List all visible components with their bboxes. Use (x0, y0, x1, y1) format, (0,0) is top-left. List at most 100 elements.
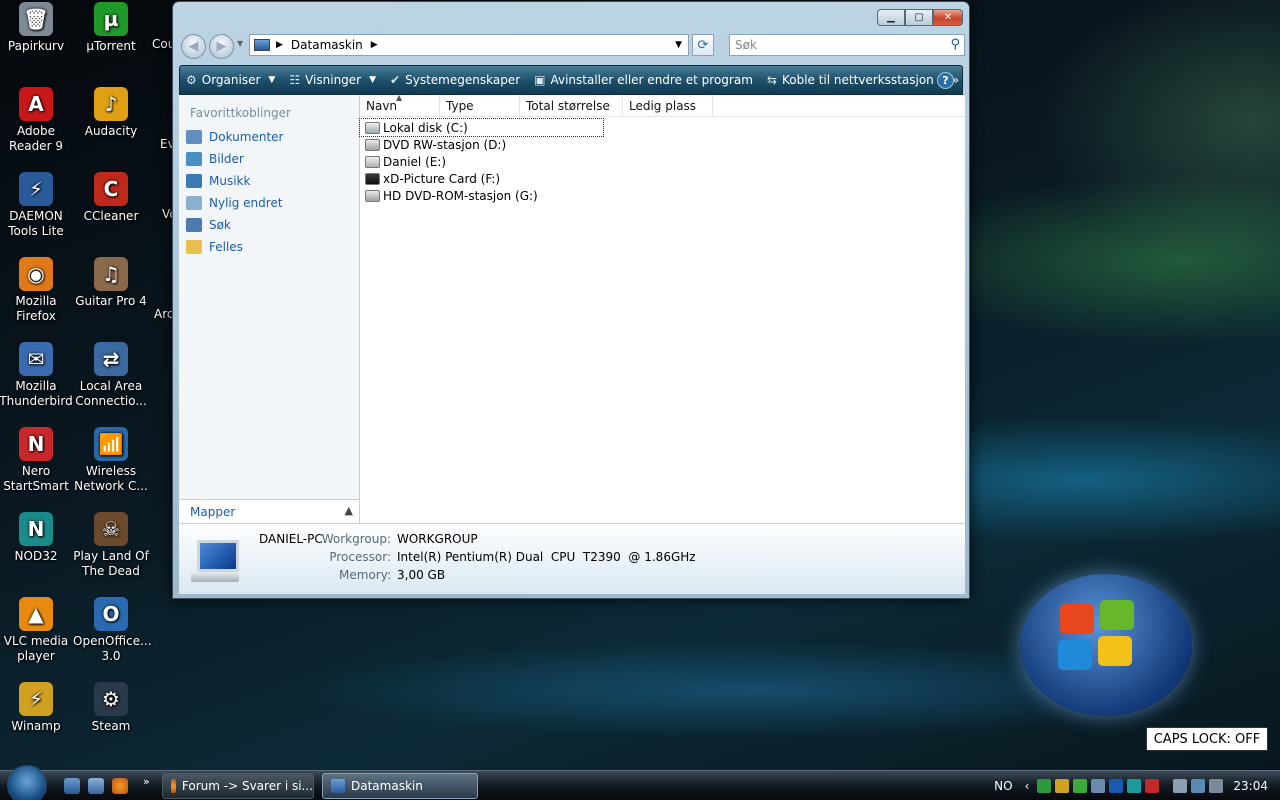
desktop-icon[interactable]: ♪ Audacity (73, 87, 149, 139)
language-indicator[interactable]: NO (994, 779, 1012, 793)
breadcrumb-arrow-icon[interactable]: ▶ (371, 40, 378, 50)
ccleaner-tray-icon[interactable] (1145, 779, 1160, 793)
column-header-total-size[interactable]: Total størrelse (520, 95, 623, 116)
forward-button[interactable]: ▶ (209, 34, 234, 59)
nav-link-public-folder[interactable]: Felles (179, 236, 359, 258)
ccleaner-icon: C (94, 172, 128, 206)
desktop-icon-label: Papirkurv (7, 39, 65, 53)
taskbar-button[interactable]: Datamaskin (322, 773, 478, 799)
chevron-up-icon: ▲ (344, 504, 353, 517)
computer-icon (254, 39, 270, 51)
nav-link-label: Nylig endret (209, 196, 283, 210)
desktop-icon[interactable]: ✉ Mozilla Thunderbird (0, 342, 74, 409)
nav-link-recently-changed[interactable]: Nylig endret (179, 192, 359, 214)
winamp-tray-icon[interactable] (1055, 779, 1070, 793)
show-desktop-icon[interactable] (64, 778, 80, 794)
battery-tray-icon[interactable] (1173, 779, 1188, 793)
column-header-name[interactable]: Navn ▲ (360, 93, 440, 116)
breadcrumb-datamaskin[interactable]: Datamaskin (291, 38, 363, 52)
column-headers: Navn ▲ Type Total størrelse Ledig plass (360, 93, 965, 117)
refresh-button[interactable]: ⟳ (692, 34, 714, 56)
start-button[interactable] (7, 765, 47, 800)
toolbar-button-views[interactable]: ☷ Visninger ▼ (289, 73, 376, 87)
toolbar-button-organize[interactable]: ⚙ Organiser ▼ (186, 73, 275, 87)
game-icon: ☠ (94, 512, 128, 546)
taskbar-button[interactable]: Forum -> Svarer i si... (162, 773, 314, 799)
desktop-icon[interactable]: ⇄ Local Area Connectio... (73, 342, 149, 409)
breadcrumb-arrow-icon[interactable]: ▶ (276, 40, 283, 50)
memory-value: 3,00 GB (397, 568, 446, 582)
volume-tray-icon[interactable] (1209, 779, 1224, 793)
desktop-icon[interactable]: ☠ Play Land Of The Dead (73, 512, 149, 579)
close-button[interactable]: ✕ (933, 9, 963, 26)
antivirus-tray-icon[interactable] (1091, 779, 1106, 793)
switch-windows-icon[interactable] (88, 778, 104, 794)
search-icon[interactable]: ⚲ (950, 37, 960, 52)
nav-link-music[interactable]: Musikk (179, 170, 359, 192)
desktop-icon-label: Winamp (11, 719, 61, 733)
network-tray-icon[interactable] (1191, 779, 1206, 793)
toolbar-button-system-properties[interactable]: ✔ Systemegenskaper (390, 73, 520, 87)
tray-expand-icon[interactable]: ‹ (1025, 779, 1030, 793)
column-header-type[interactable]: Type (440, 95, 520, 116)
desktop-icon[interactable]: µ µTorrent (73, 2, 149, 54)
drive-item[interactable]: Lokal disk (C:) (359, 118, 604, 137)
back-button[interactable]: ◀ (181, 34, 206, 59)
maximize-button[interactable]: ▢ (905, 9, 933, 26)
toolbar-button-label: Organiser (201, 73, 261, 87)
recycle-bin-icon: 🗑 (19, 2, 53, 36)
messenger-tray-icon[interactable] (1073, 779, 1088, 793)
dvd-drive-icon (365, 138, 380, 151)
quicklaunch-more-icon[interactable]: » (143, 775, 150, 788)
wireless-network-icon: 📶 (94, 427, 128, 461)
desktop-icon[interactable]: ◉ Mozilla Firefox (0, 257, 74, 324)
search-placeholder: Søk (735, 38, 757, 52)
desktop-icon[interactable]: N NOD32 (0, 512, 74, 564)
search-input[interactable]: Søk ⚲ (729, 34, 965, 56)
desktop-icon[interactable]: C CCleaner (73, 172, 149, 224)
network-icon: ⇄ (94, 342, 128, 376)
documents-icon (186, 130, 202, 144)
desktop-icon[interactable]: ⚡ Winamp (0, 682, 74, 734)
nav-link-search-folder[interactable]: Søk (179, 214, 359, 236)
bluetooth-tray-icon[interactable] (1109, 779, 1124, 793)
minimize-button[interactable]: ▁ (877, 9, 905, 26)
folders-toggle[interactable]: Mapper ▲ (179, 499, 359, 523)
vlc-icon: ▲ (19, 597, 53, 631)
utorrent-tray-icon[interactable] (1037, 779, 1052, 793)
help-icon[interactable]: ? (937, 72, 954, 89)
nav-link-documents[interactable]: Dokumenter (179, 126, 359, 148)
desktop-icon[interactable]: ▲ VLC media player (0, 597, 74, 664)
taskbar-button-label: Datamaskin (351, 779, 423, 793)
nav-link-label: Musikk (209, 174, 251, 188)
chevron-down-icon: ▼ (369, 75, 377, 85)
music-icon (186, 174, 202, 188)
desktop-icon[interactable]: O OpenOffice... 3.0 (73, 597, 152, 664)
desktop-icon[interactable]: ♫ Guitar Pro 4 (73, 257, 149, 309)
hd-dvd-icon (365, 189, 380, 202)
address-dropdown-icon[interactable]: ▼ (675, 40, 682, 50)
nav-link-pictures[interactable]: Bilder (179, 148, 359, 170)
toolbar-button-uninstall[interactable]: ▣ Avinstaller eller endre et program (534, 73, 753, 87)
clock[interactable]: 23:04 (1233, 779, 1268, 793)
drive-item[interactable]: xD-Picture Card (F:) (360, 170, 965, 187)
forward-arrow-icon: ▶ (216, 39, 227, 54)
history-dropdown-icon[interactable]: ▼ (237, 39, 243, 48)
utorrent-icon: µ (94, 2, 128, 36)
toolbar-button-map-network-drive[interactable]: ⇆ Koble til nettverksstasjon (767, 73, 934, 87)
drive-item[interactable]: Daniel (E:) (360, 153, 965, 170)
address-field[interactable]: ▶ Datamaskin ▶ ▼ (249, 34, 689, 56)
desktop-icon[interactable]: N Nero StartSmart (0, 427, 74, 494)
chevron-down-icon: ▼ (268, 75, 276, 85)
drive-item[interactable]: DVD RW-stasjon (D:) (360, 136, 965, 153)
desktop-icon[interactable]: 📶 Wireless Network C... (73, 427, 149, 494)
desktop-icon[interactable]: A Adobe Reader 9 (0, 87, 74, 154)
drive-item[interactable]: HD DVD-ROM-stasjon (G:) (360, 187, 965, 204)
column-header-free-space[interactable]: Ledig plass (623, 95, 713, 116)
nod32-tray-icon[interactable] (1127, 779, 1142, 793)
desktop-icon[interactable]: ⚡ DAEMON Tools Lite (0, 172, 74, 239)
nav-link-label: Bilder (209, 152, 244, 166)
desktop-icon[interactable]: 🗑 Papirkurv (0, 2, 74, 54)
desktop-icon[interactable]: ⚙ Steam (73, 682, 149, 734)
firefox-quicklaunch-icon[interactable] (112, 778, 128, 794)
